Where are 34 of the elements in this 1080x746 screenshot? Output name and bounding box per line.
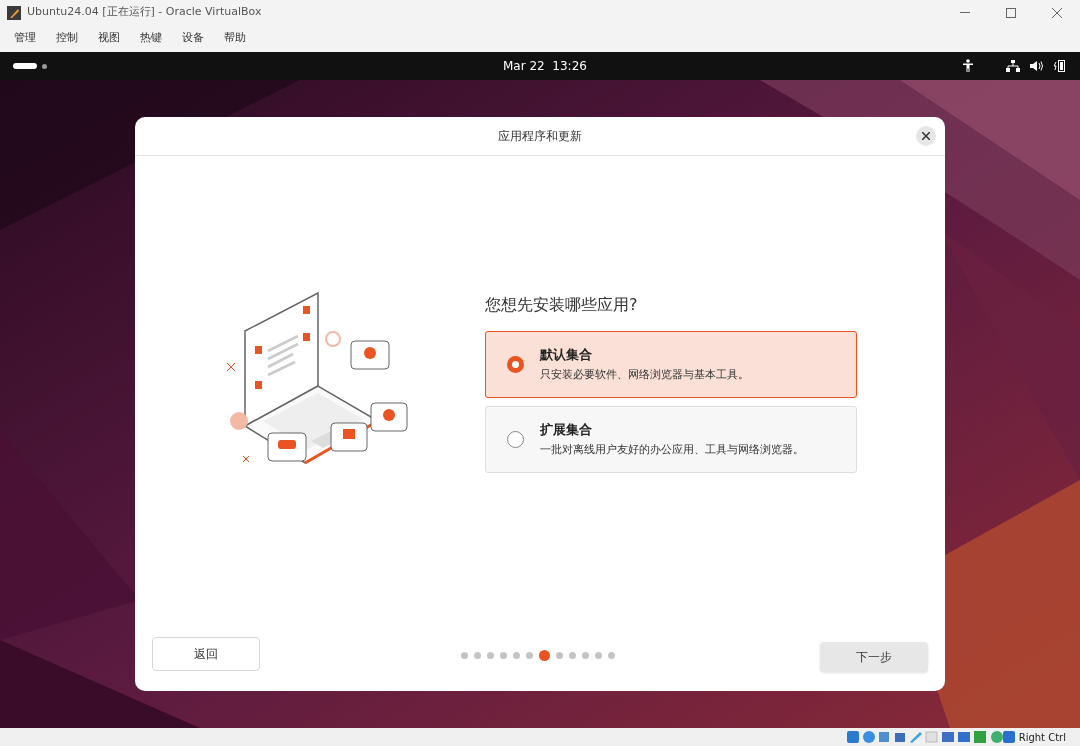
dialog-title: 应用程序和更新 <box>498 128 582 145</box>
window-title: Ubuntu24.04 [正在运行] - Oracle VirtualBox <box>27 4 262 21</box>
close-icon <box>922 132 930 140</box>
host-key-label: Right Ctrl <box>1018 730 1066 745</box>
back-button[interactable]: 返回 <box>152 637 260 671</box>
menu-item[interactable]: 热键 <box>130 30 172 47</box>
option-description: 一批对离线用户友好的办公应用、工具与网络浏览器。 <box>540 442 804 458</box>
workspace-indicator[interactable] <box>13 63 37 69</box>
accessibility-icon[interactable] <box>962 59 974 73</box>
radio-button[interactable] <box>507 355 524 373</box>
volume-icon[interactable] <box>1030 60 1044 72</box>
menu-item[interactable]: 视图 <box>88 30 130 47</box>
maximize-icon <box>1006 7 1016 18</box>
question-heading: 您想先安装哪些应用? <box>485 293 639 316</box>
app-icon <box>7 5 21 20</box>
network-icon[interactable] <box>1006 60 1020 72</box>
clock[interactable]: Mar 22 13:26 <box>503 57 587 75</box>
option-card[interactable]: 默认集合 只安装必要软件、网络浏览器与基本工具。 <box>485 330 857 398</box>
menu-item[interactable]: 帮助 <box>214 30 256 47</box>
close-icon <box>1052 7 1062 18</box>
minimize-icon <box>960 11 970 14</box>
option-title: 默认集合 <box>540 345 593 364</box>
next-button[interactable]: 下一步 <box>820 642 928 672</box>
option-title: 扩展集合 <box>540 420 593 439</box>
option-description: 只安装必要软件、网络浏览器与基本工具。 <box>540 367 749 383</box>
close-button[interactable] <box>916 126 936 146</box>
menu-item[interactable]: 控制 <box>46 30 88 47</box>
status-icons-drawing[interactable] <box>845 730 1016 744</box>
radio-button[interactable] <box>507 430 524 448</box>
option-card[interactable]: 扩展集合 一批对离线用户友好的办公应用、工具与网络浏览器。 <box>485 405 857 473</box>
menu-item[interactable]: 设备 <box>172 30 214 47</box>
battery-icon[interactable] <box>1054 59 1066 73</box>
menu-item[interactable]: 管理 <box>4 30 46 47</box>
workspace-indicator[interactable] <box>42 63 47 69</box>
